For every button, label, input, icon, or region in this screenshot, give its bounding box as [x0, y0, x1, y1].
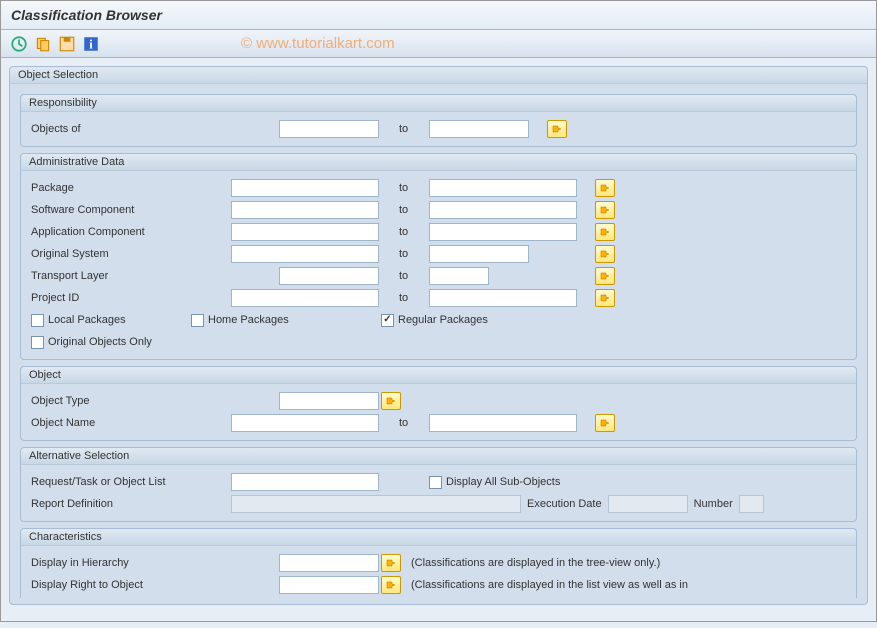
input-project-id-to[interactable] [429, 289, 577, 307]
input-package-from[interactable] [231, 179, 379, 197]
note-right: (Classifications are displayed in the li… [401, 579, 688, 591]
label-report-definition: Report Definition [31, 498, 231, 510]
input-application-component-to[interactable] [429, 223, 577, 241]
multiselect-button-original-system[interactable] [595, 245, 615, 263]
label-number: Number [688, 498, 739, 510]
input-project-id-from[interactable] [231, 289, 379, 307]
label-to-objname: to [379, 417, 429, 429]
checkbox-display-all-sub[interactable] [429, 476, 442, 489]
input-report-definition [231, 495, 521, 513]
input-object-type[interactable] [279, 392, 379, 410]
input-original-system-to[interactable] [429, 245, 529, 263]
page-title: Classification Browser [1, 1, 876, 30]
label-objects-of: Objects of [31, 123, 231, 135]
label-application-component: Application Component [31, 226, 231, 238]
input-number [739, 495, 764, 513]
content-area: Object Selection Responsibility Objects … [1, 58, 876, 621]
label-to-os: to [379, 248, 429, 260]
group-title-admin-data: Administrative Data [21, 154, 856, 171]
group-title-object: Object [21, 367, 856, 384]
label-to-tl: to [379, 270, 429, 282]
checkbox-regular-packages[interactable] [381, 314, 394, 327]
label-display-right: Display Right to Object [31, 579, 231, 591]
info-icon[interactable]: i [81, 34, 101, 54]
label-to-package: to [379, 182, 429, 194]
label-regular-packages: Regular Packages [398, 314, 488, 326]
multiselect-button-package[interactable] [595, 179, 615, 197]
variant-icon[interactable] [33, 34, 53, 54]
label-software-component: Software Component [31, 204, 231, 216]
label-to-sc: to [379, 204, 429, 216]
group-title-object-selection: Object Selection [10, 67, 867, 84]
input-software-component-to[interactable] [429, 201, 577, 219]
input-object-name-to[interactable] [429, 414, 577, 432]
group-title-characteristics: Characteristics [21, 529, 856, 546]
label-object-type: Object Type [31, 395, 231, 407]
multiselect-button-objects-of[interactable] [547, 120, 567, 138]
label-to-pid: to [379, 292, 429, 304]
input-request-task[interactable] [231, 473, 379, 491]
group-title-responsibility: Responsibility [21, 95, 856, 112]
label-execution-date: Execution Date [521, 498, 608, 510]
group-alternative-selection: Alternative Selection Request/Task or Ob… [20, 447, 857, 522]
checkbox-original-objects-only[interactable] [31, 336, 44, 349]
multiselect-button-display-hierarchy[interactable] [381, 554, 401, 572]
input-transport-layer-to[interactable] [429, 267, 489, 285]
input-original-system-from[interactable] [231, 245, 379, 263]
input-object-name-from[interactable] [231, 414, 379, 432]
multiselect-button-display-right[interactable] [381, 576, 401, 594]
input-objects-of-to[interactable] [429, 120, 529, 138]
input-application-component-from[interactable] [231, 223, 379, 241]
multiselect-button-software-component[interactable] [595, 201, 615, 219]
svg-text:i: i [89, 37, 93, 51]
label-object-name: Object Name [31, 417, 231, 429]
group-title-alternative-selection: Alternative Selection [21, 448, 856, 465]
multiselect-button-transport-layer[interactable] [595, 267, 615, 285]
label-original-system: Original System [31, 248, 231, 260]
label-transport-layer: Transport Layer [31, 270, 231, 282]
checkbox-local-packages[interactable] [31, 314, 44, 327]
input-execution-date [608, 495, 688, 513]
label-local-packages: Local Packages [48, 314, 126, 326]
group-object-selection: Object Selection Responsibility Objects … [9, 66, 868, 605]
label-to-ac: to [379, 226, 429, 238]
checkbox-home-packages[interactable] [191, 314, 204, 327]
label-display-all-sub: Display All Sub-Objects [446, 476, 560, 488]
multiselect-button-project-id[interactable] [595, 289, 615, 307]
label-home-packages: Home Packages [208, 314, 289, 326]
input-software-component-from[interactable] [231, 201, 379, 219]
group-admin-data: Administrative Data Package to Software … [20, 153, 857, 360]
input-display-hierarchy[interactable] [279, 554, 379, 572]
save-icon[interactable] [57, 34, 77, 54]
group-object: Object Object Type Object Name to [20, 366, 857, 441]
label-package: Package [31, 182, 231, 194]
multiselect-button-application-component[interactable] [595, 223, 615, 241]
input-objects-of-from[interactable] [279, 120, 379, 138]
note-hierarchy: (Classifications are displayed in the tr… [401, 557, 660, 569]
label-display-hierarchy: Display in Hierarchy [31, 557, 231, 569]
watermark-text: © www.tutorialkart.com [241, 35, 395, 52]
label-request-task: Request/Task or Object List [31, 476, 231, 488]
label-to: to [379, 123, 429, 135]
input-package-to[interactable] [429, 179, 577, 197]
group-responsibility: Responsibility Objects of to [20, 94, 857, 147]
multiselect-button-object-name[interactable] [595, 414, 615, 432]
label-original-objects-only: Original Objects Only [48, 336, 152, 348]
multiselect-button-object-type[interactable] [381, 392, 401, 410]
input-transport-layer-from[interactable] [279, 267, 379, 285]
group-characteristics: Characteristics Display in Hierarchy (Cl… [20, 528, 857, 598]
toolbar: i © www.tutorialkart.com [1, 30, 876, 58]
label-project-id: Project ID [31, 292, 231, 304]
input-display-right[interactable] [279, 576, 379, 594]
execute-icon[interactable] [9, 34, 29, 54]
